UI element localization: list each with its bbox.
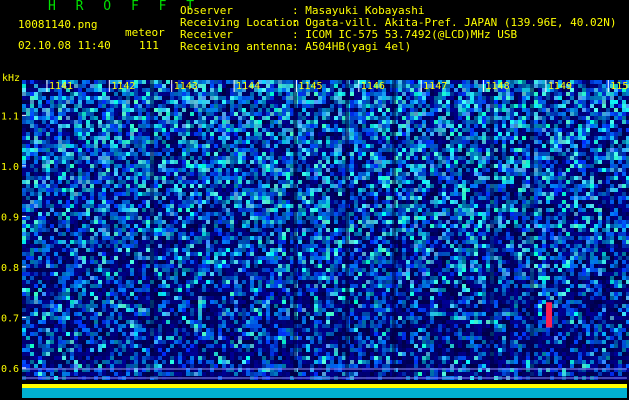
dark-streak: [490, 80, 494, 378]
time-tick-label: 1144: [236, 81, 260, 92]
time-tick-label: 1148: [486, 81, 510, 92]
time-tick-label: 1146: [361, 81, 385, 92]
time-tick-label: 1143: [174, 81, 198, 92]
time-tick-label: 1141: [49, 81, 73, 92]
y-tick-label: 1.1: [1, 111, 19, 122]
spectrogram-layer: [22, 80, 629, 380]
noise-texture: [22, 80, 629, 380]
time-tick-label: 1142: [111, 81, 135, 92]
meteor-echo-0: [546, 302, 553, 328]
y-tick-label: 0.8: [1, 263, 19, 274]
spectrogram-chart: 1.1 1.0 0.9 0.8 0.7 0.6 1141 1142 1143 1144 1145 11…: [1, 73, 629, 398]
y-tick-label: 0.9: [1, 212, 19, 223]
dark-streak: [150, 80, 154, 378]
y-tick-label: 0.7: [1, 313, 19, 324]
dark-streak: [345, 80, 349, 378]
baseline-top: [22, 384, 627, 388]
y-tick-label: 0.6: [1, 364, 19, 375]
time-tick-label: 1150: [610, 81, 629, 92]
time-tick-label: 1147: [423, 81, 447, 92]
time-tick-label: 1149: [548, 81, 572, 92]
y-axis-label: kHz: [2, 73, 20, 84]
dark-streak: [392, 80, 396, 378]
y-tick-label: 1.0: [1, 162, 19, 173]
dark-streak: [293, 80, 297, 378]
time-tick-label: 1145: [298, 81, 322, 92]
dark-streak: [530, 80, 534, 378]
